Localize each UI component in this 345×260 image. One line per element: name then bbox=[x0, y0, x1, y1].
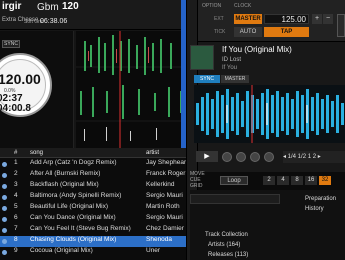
search-input[interactable] bbox=[190, 194, 280, 204]
track-status-icon bbox=[2, 184, 7, 189]
table-row[interactable]: 2 After All (Burnski Remix) Franck Roger bbox=[0, 170, 186, 181]
track-status-icon bbox=[2, 228, 7, 233]
history-list[interactable]: History bbox=[305, 206, 324, 212]
loop-mode-button[interactable]: Loop bbox=[220, 176, 248, 185]
table-row[interactable]: 4 Baltimora (Andy Spinelli Remix) Sergio M… bbox=[0, 192, 186, 203]
cup-button[interactable] bbox=[236, 152, 246, 162]
deck-b-sync-button[interactable]: SYNC bbox=[194, 75, 220, 83]
table-row[interactable]: 5 Beautiful Life (Original Mix) Martin Rot… bbox=[0, 203, 186, 214]
table-row-selected[interactable]: 8 Chasing Clouds (Original Mix) Shenoda bbox=[0, 236, 186, 247]
master-bpm-field[interactable]: 125.00 bbox=[264, 14, 309, 24]
deck-a-header bbox=[0, 0, 186, 30]
option-label: OPTION bbox=[202, 3, 222, 9]
bpm-minus-button[interactable]: − bbox=[323, 14, 333, 24]
clock-volume-knob[interactable] bbox=[337, 14, 345, 37]
tick-label[interactable]: TICK bbox=[214, 29, 225, 35]
deck-b-master-button[interactable]: MASTER bbox=[221, 75, 249, 83]
platter-panel: SYNC 120.00 0.0% 02:37 04:00.8 bbox=[0, 31, 74, 148]
loop-size-2[interactable]: 2 bbox=[263, 176, 275, 185]
clock-label: CLOCK bbox=[234, 3, 252, 9]
artists-node[interactable]: Artists (164) bbox=[208, 242, 240, 248]
table-row[interactable]: 9 Cocoua (Original Mix) Uner bbox=[0, 247, 186, 258]
traktor-window: irgir Gbm 120 Extra Cheese Soft Grid 06:… bbox=[0, 0, 345, 260]
bpm-plus-button[interactable]: + bbox=[312, 14, 322, 24]
table-row[interactable]: 7 Can You Feel It (Steve Bug Remix) Chez D… bbox=[0, 225, 186, 236]
cover-art bbox=[190, 45, 214, 70]
track-status-icon bbox=[2, 173, 7, 178]
track-status-icon bbox=[2, 217, 7, 222]
track-status-icon bbox=[2, 206, 7, 211]
col-song[interactable]: song bbox=[30, 150, 43, 156]
beatjump-selector[interactable]: ◂ 1/4 1/2 1 2 ▸ bbox=[283, 151, 345, 163]
tap-button[interactable]: TAP bbox=[264, 27, 309, 37]
sync-button[interactable]: SYNC bbox=[2, 40, 20, 48]
loop-size-16[interactable]: 16 bbox=[305, 176, 317, 185]
deck-a-bpm: 120 bbox=[62, 1, 79, 12]
deck-b-artist: ID Lost bbox=[222, 57, 242, 63]
master-button[interactable]: MASTER bbox=[234, 14, 262, 24]
loop-size-8[interactable]: 8 bbox=[291, 176, 303, 185]
cue-button[interactable] bbox=[222, 152, 232, 162]
platter-remaining: 04:00.8 bbox=[0, 103, 31, 114]
track-status-icon bbox=[2, 239, 7, 244]
table-row[interactable]: 6 Can You Dance (Original Mix) Sergio Maur… bbox=[0, 214, 186, 225]
move-mode-label: MOVE CUE GRID bbox=[190, 171, 205, 189]
play-button[interactable]: ▶ bbox=[196, 151, 218, 162]
preparation-list[interactable]: Preparation bbox=[305, 196, 336, 202]
loop-in-button[interactable] bbox=[250, 152, 260, 162]
loop-size-32[interactable]: 32 bbox=[319, 176, 331, 185]
track-status-icon bbox=[2, 162, 7, 167]
col-artist[interactable]: artist bbox=[146, 150, 159, 156]
releases-node[interactable]: Releases (113) bbox=[208, 252, 248, 258]
deck-b-title: If You (Original Mix) bbox=[222, 45, 292, 54]
track-status-icon bbox=[2, 195, 7, 200]
deck-a-title: irgir bbox=[2, 1, 22, 12]
track-collection-node[interactable]: Track Collection bbox=[205, 232, 248, 238]
platter-bpm: 120.00 bbox=[0, 71, 41, 87]
track-status-icon bbox=[2, 250, 7, 255]
deck-b-waveform[interactable] bbox=[194, 85, 345, 143]
ext-label[interactable]: EXT bbox=[214, 16, 224, 22]
table-row[interactable]: 3 Backflash (Original Mix) Kellerkind bbox=[0, 181, 186, 192]
loop-out-button[interactable] bbox=[264, 152, 274, 162]
auto-button[interactable]: AUTO bbox=[234, 27, 262, 37]
loop-size-4[interactable]: 4 bbox=[277, 176, 289, 185]
deck-b-label: If You bbox=[222, 65, 238, 71]
table-row[interactable]: 1 Add Arp (Catz 'n Dogz Remix) Jay Shephea… bbox=[0, 159, 186, 170]
col-number[interactable]: # bbox=[14, 150, 17, 156]
deck-a-time: 06:38.06 bbox=[40, 18, 68, 25]
deck-a-key: Gbm bbox=[37, 2, 59, 13]
deck-a-waveform[interactable] bbox=[76, 31, 186, 148]
